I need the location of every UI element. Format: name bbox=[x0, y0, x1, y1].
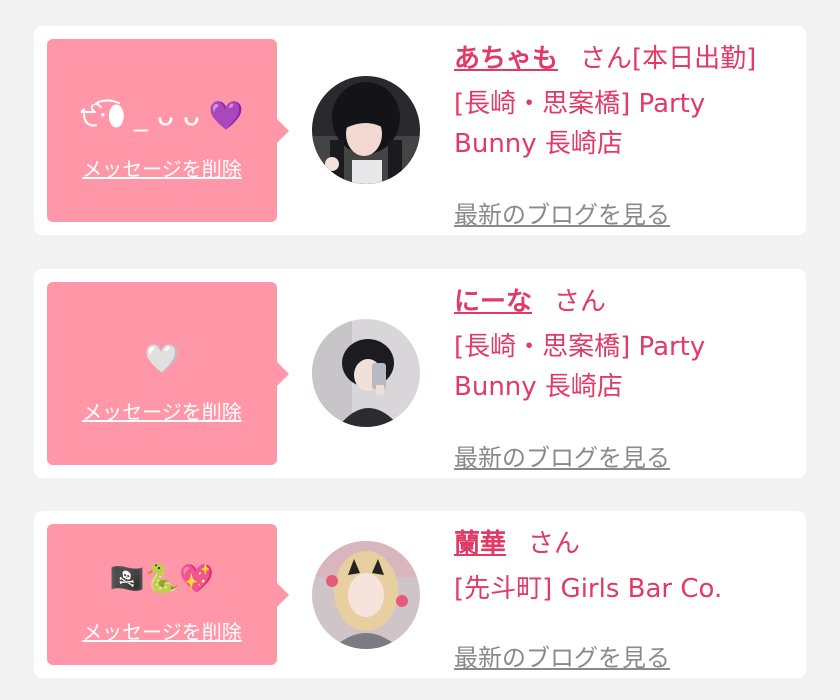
name-line: 蘭華 さん bbox=[454, 527, 794, 561]
honorific: さん bbox=[528, 529, 581, 559]
latest-blog-link[interactable]: 最新のブログを見る bbox=[454, 443, 670, 473]
message-text: 🏴‍☠️🐍💖 bbox=[109, 562, 215, 595]
cast-card: ੯‧̀͡⬮ _ ᴗ ᴗ 💜 メッセージを削除 あちゃも さん[本日出勤] [長崎・… bbox=[34, 26, 806, 235]
avatar[interactable] bbox=[312, 76, 420, 184]
name-line: にーな さん bbox=[454, 285, 794, 319]
shop-name: [先斗町] Girls Bar Co. bbox=[454, 574, 723, 604]
honorific: さん bbox=[580, 44, 633, 74]
cast-card: 🏴‍☠️🐍💖 メッセージを削除 蘭華 さん [先斗町] Girls Bar Co.… bbox=[34, 511, 806, 678]
cast-name-link[interactable]: あちゃも bbox=[454, 44, 558, 74]
honorific: さん bbox=[554, 287, 607, 317]
cast-name-link[interactable]: 蘭華 bbox=[454, 529, 506, 559]
work-status: [本日出勤] bbox=[632, 44, 757, 74]
delete-message-link[interactable]: メッセージを削除 bbox=[47, 157, 277, 181]
avatar[interactable] bbox=[312, 541, 420, 649]
message-bubble: 🏴‍☠️🐍💖 メッセージを削除 bbox=[47, 524, 289, 665]
shop-name: [長崎・思案橋] Party Bunny 長崎店 bbox=[454, 332, 706, 402]
avatar[interactable] bbox=[312, 319, 420, 427]
message-text: ੯‧̀͡⬮ _ ᴗ ᴗ 💜 bbox=[80, 99, 244, 132]
delete-message-link[interactable]: メッセージを削除 bbox=[47, 620, 277, 644]
cast-info: 蘭華 さん [先斗町] Girls Bar Co. 最新のブログを見る bbox=[454, 527, 794, 672]
message-text: 🤍 bbox=[144, 342, 180, 375]
cast-card: 🤍 メッセージを削除 にーな さん [長崎・思案橋] Party Bunny 長崎… bbox=[34, 269, 806, 478]
cast-name-link[interactable]: にーな bbox=[454, 287, 532, 317]
shop-name: [長崎・思案橋] Party Bunny 長崎店 bbox=[454, 89, 706, 159]
message-bubble: 🤍 メッセージを削除 bbox=[47, 282, 289, 465]
latest-blog-link[interactable]: 最新のブログを見る bbox=[454, 200, 670, 230]
delete-message-link[interactable]: メッセージを削除 bbox=[47, 400, 277, 424]
cast-info: にーな さん [長崎・思案橋] Party Bunny 長崎店 最新のブログを見る bbox=[454, 285, 794, 472]
message-bubble: ੯‧̀͡⬮ _ ᴗ ᴗ 💜 メッセージを削除 bbox=[47, 39, 289, 222]
latest-blog-link[interactable]: 最新のブログを見る bbox=[454, 643, 670, 673]
name-line: あちゃも さん[本日出勤] bbox=[454, 42, 794, 76]
cast-info: あちゃも さん[本日出勤] [長崎・思案橋] Party Bunny 長崎店 最新… bbox=[454, 42, 794, 229]
